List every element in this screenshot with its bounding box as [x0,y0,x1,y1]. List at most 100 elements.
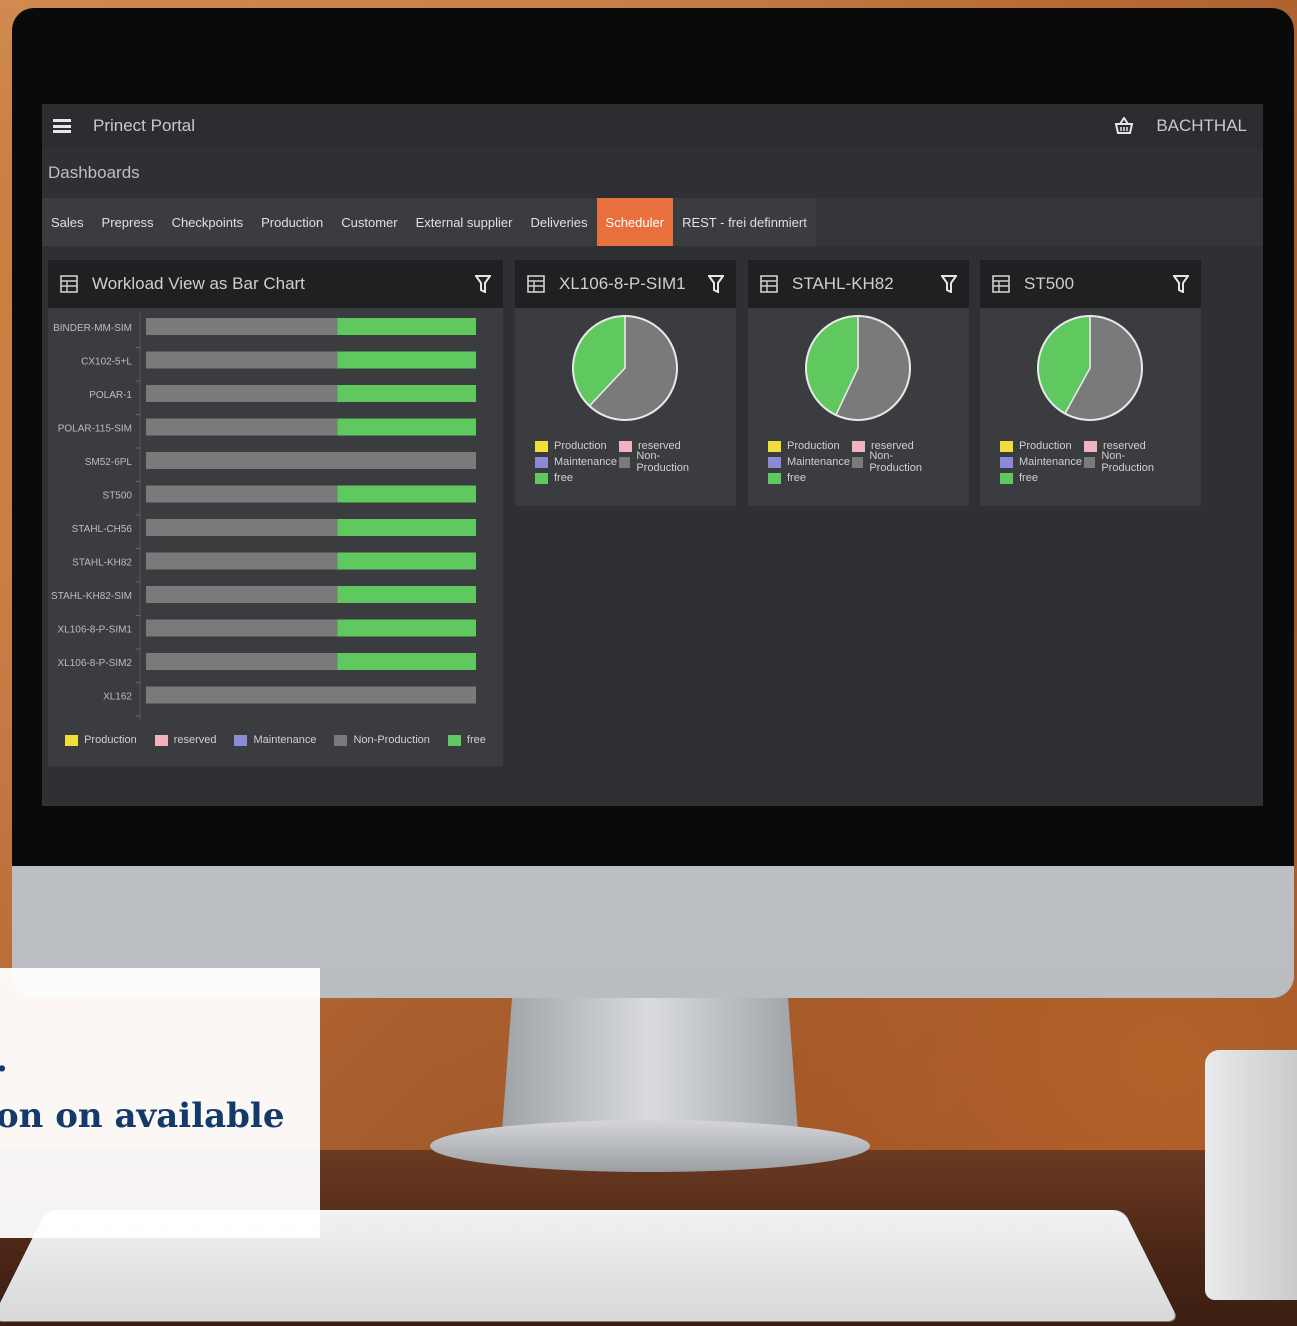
dashboard-tabs: Sales Prepress Checkpoints Production Custom… [42,198,1263,246]
tab-deliveries[interactable]: Deliveries [521,198,596,246]
tab-prepress[interactable]: Prepress [93,198,163,246]
legend-item-production: Production [535,440,619,452]
pie-widget-title: STAHL-KH82 [792,274,894,293]
bar-non-production[interactable] [146,318,338,335]
workload-widget: Workload View as Bar Chart BINDER-MM-SIM… [48,260,503,766]
category-label: XL106-8-P-SIM1 [58,625,133,636]
app-bar: Prinect Portal BACHTHAL [42,104,1263,148]
tab-external-supplier[interactable]: External supplier [407,198,522,246]
category-label: STAHL-CH56 [72,524,133,535]
category-label: BINDER-MM-SIM [53,323,132,334]
bar-free[interactable] [337,519,476,536]
tab-production[interactable]: Production [252,198,332,246]
bar-non-production[interactable] [146,686,476,704]
category-label: CX102-5+L [81,357,132,368]
caption-dot: . [0,1040,8,1080]
pie-widget-header: ST500 [980,260,1201,308]
tab-sales[interactable]: Sales [42,198,93,246]
bar-non-production[interactable] [146,452,476,469]
bar-non-production[interactable] [146,519,338,536]
bar-non-production[interactable] [146,351,338,369]
pie-legend: Production reserved Maintenance Non-Product… [1000,438,1200,486]
filter-icon[interactable] [941,275,957,293]
tab-rest-frei-definmiert[interactable]: REST - frei definmiert [673,198,816,246]
legend-label: free [554,472,573,484]
hamburger-icon[interactable] [53,119,71,133]
pie-legend: Production reserved Maintenance Non-Product… [768,438,968,486]
filter-icon[interactable] [1173,275,1189,293]
legend-label: Production [554,440,607,452]
bar-free[interactable] [337,318,476,335]
bar-non-production[interactable] [146,552,338,570]
pie-widget: ST500 Production reserved Maintenance Non-Pr… [980,260,1201,506]
table-icon [760,275,778,293]
category-label: POLAR-1 [89,390,132,401]
basket-icon[interactable] [1114,117,1134,135]
legend-item-maintenance: Maintenance [1000,456,1084,468]
workload-bar-chart: BINDER-MM-SIM CX102-5+L POLAR-1 POLAR-115-S… [51,312,476,720]
legend-item-free: free [535,472,619,484]
bar-free[interactable] [337,552,476,570]
legend-item-free: free [447,734,486,746]
bar-free[interactable] [337,485,476,503]
bar-free[interactable] [337,586,476,603]
legend-item-free: free [768,472,852,484]
pie-widget: STAHL-KH82 Production reserved Maintenance N… [748,260,969,506]
pie-widget-header: STAHL-KH82 [748,260,969,308]
category-label: XL106-8-P-SIM2 [58,658,133,669]
table-icon [992,275,1010,293]
legend-label: Non-Production [353,734,430,746]
legend-label: Maintenance [787,456,850,468]
bar-free[interactable] [337,351,476,369]
table-icon [527,275,545,293]
filter-icon[interactable] [475,275,491,293]
tab-checkpoints[interactable]: Checkpoints [163,198,253,246]
monitor-stand-base [430,1120,870,1172]
pie-widget-title: ST500 [1024,274,1075,293]
legend-item-maintenance: Maintenance [234,734,316,746]
app-title: Prinect Portal [93,116,196,135]
desk-device [1205,1050,1297,1300]
pie-widget-header: XL106-8-P-SIM1 [515,260,736,308]
legend-item-maintenance: Maintenance [768,456,852,468]
bar-non-production[interactable] [146,586,338,603]
legend-item-production: Production [1000,440,1084,452]
legend-label: Non-Production [1101,450,1154,474]
category-label: SM52-6PL [85,457,133,468]
bar-non-production[interactable] [146,385,338,402]
widgets-area: Workload View as Bar Chart BINDER-MM-SIM… [48,260,1263,806]
legend-item-maintenance: Maintenance [535,456,619,468]
legend-item-production: Production [768,440,852,452]
category-label: XL162 [103,692,132,703]
bar-free[interactable] [337,619,476,637]
legend-item-non-production: Non-Production [1084,450,1168,474]
bar-non-production[interactable] [146,418,338,436]
pie-chart [572,315,678,421]
bar-free[interactable] [337,653,476,670]
bar-non-production[interactable] [146,485,338,503]
category-label: STAHL-KH82-SIM [51,591,132,602]
legend-item-reserved: reserved [154,734,217,746]
tabs-filler [815,198,1263,246]
category-label: ST500 [103,491,133,502]
legend-item-non-production: Non-Production [334,734,430,746]
tab-scheduler[interactable]: Scheduler [596,198,674,246]
workload-widget-header: Workload View as Bar Chart [48,260,503,308]
bar-free[interactable] [337,418,476,436]
legend-item-non-production: Non-Production [619,450,703,474]
tab-customer[interactable]: Customer [332,198,406,246]
category-label: STAHL-KH82 [72,558,132,569]
table-icon [60,275,78,293]
legend-label: Production [787,440,840,452]
app-screen: Prinect Portal BACHTHAL Dashboards Sales… [42,104,1263,806]
legend-label: reserved [173,734,217,746]
bar-non-production[interactable] [146,653,338,670]
user-name[interactable]: BACHTHAL [1156,116,1247,136]
filter-icon[interactable] [708,275,724,293]
category-label: POLAR-115-SIM [58,424,132,435]
bar-free[interactable] [337,385,476,402]
legend-item-free: free [1000,472,1084,484]
legend-label: Maintenance [253,734,317,746]
bar-non-production[interactable] [146,619,338,637]
legend-label: Maintenance [554,456,617,468]
